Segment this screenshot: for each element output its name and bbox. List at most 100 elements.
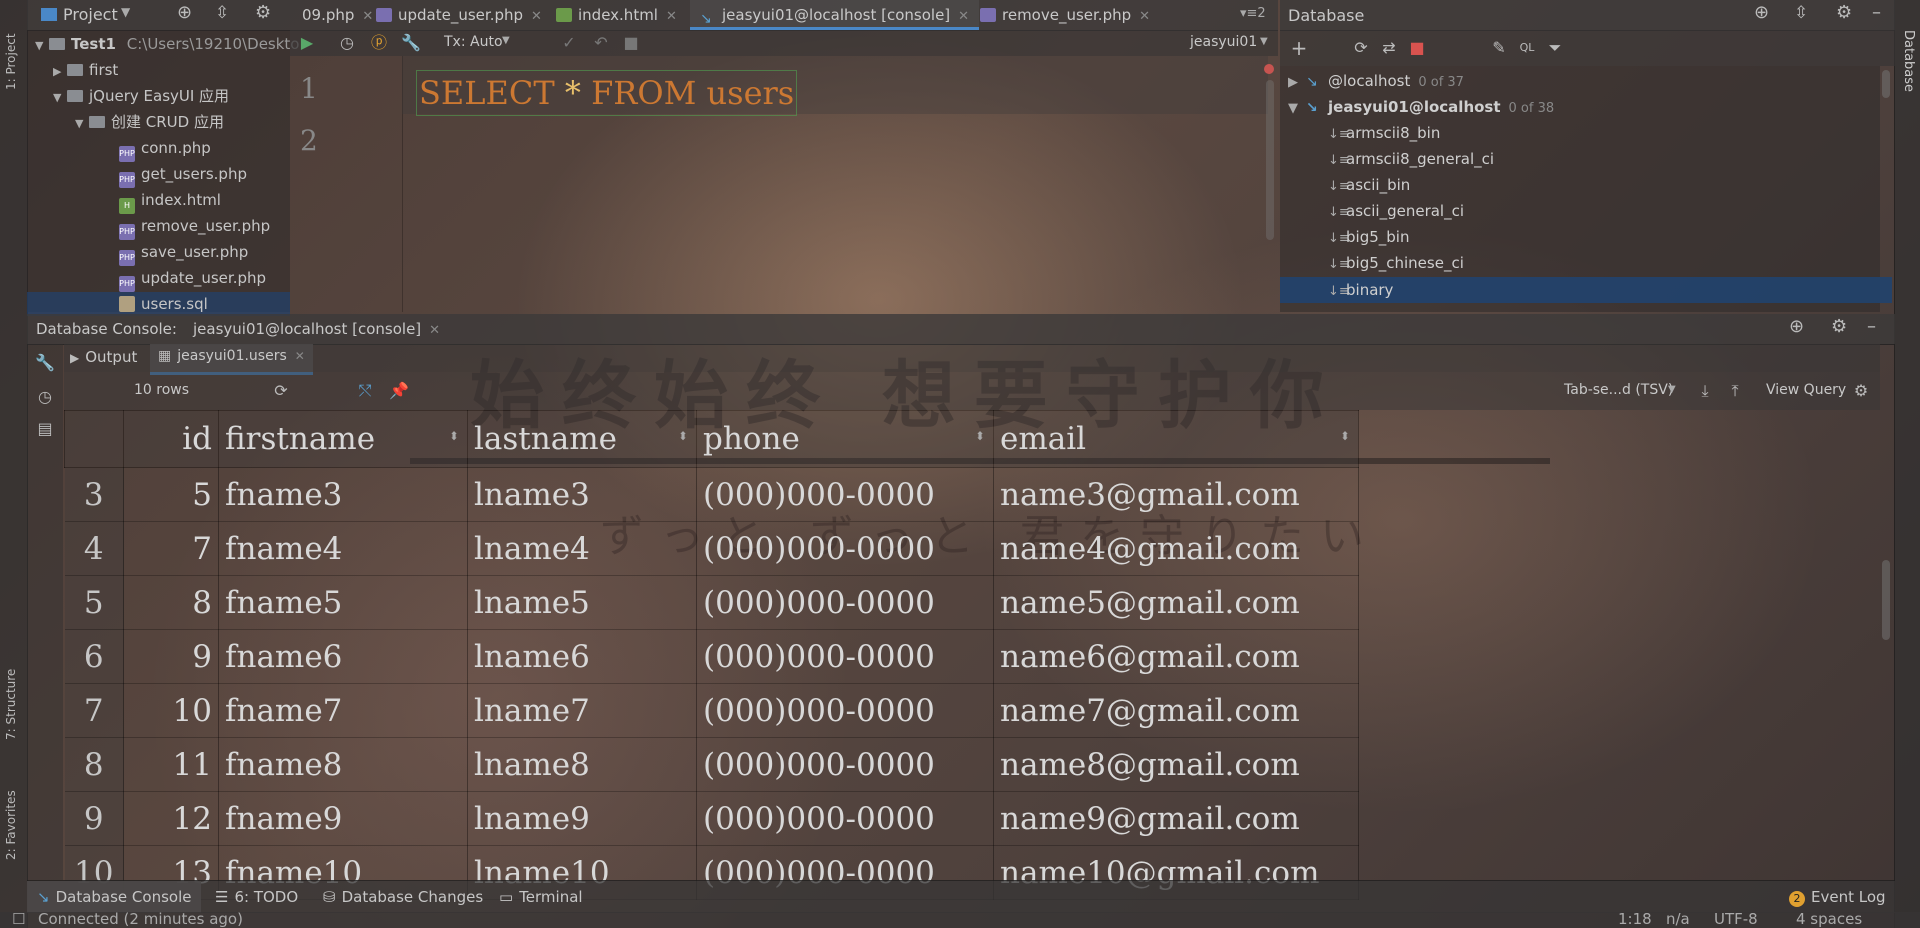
column-header-lastname[interactable]: lastname ⬍ bbox=[467, 410, 697, 468]
encoding[interactable]: UTF-8 bbox=[1714, 912, 1758, 928]
cell-id[interactable]: 8 bbox=[123, 575, 219, 630]
close-icon[interactable]: ✕ bbox=[429, 323, 440, 338]
tree-item-jquery-easyui[interactable]: ▼ jQuery EasyUI 应用 bbox=[53, 84, 229, 108]
tab-todo[interactable]: ☰ 6: TODO bbox=[215, 881, 298, 913]
cell-phone[interactable]: (000)000-0000 bbox=[696, 575, 994, 630]
console-tab[interactable]: jeasyui01@localhost [console] ✕ bbox=[193, 320, 440, 338]
stop-icon[interactable]: ■ bbox=[620, 32, 642, 54]
tree-item-crud[interactable]: ▼ 创建 CRUD 应用 bbox=[75, 110, 224, 134]
cell-lastname[interactable]: lname4 bbox=[467, 521, 697, 576]
rollback-icon[interactable]: ↶ bbox=[590, 32, 612, 54]
refresh-icon[interactable]: ⟳ bbox=[270, 380, 292, 402]
wrench-icon[interactable]: 🔧 bbox=[34, 352, 56, 374]
grid-scrollbar[interactable] bbox=[1882, 560, 1890, 640]
cell-id[interactable]: 11 bbox=[123, 737, 219, 792]
db-node-collation[interactable]: ↓≡big5_chinese_ci bbox=[1280, 250, 1464, 276]
project-panel-title[interactable]: Project bbox=[63, 5, 118, 24]
db-node-collation-selected[interactable]: ↓≡binary bbox=[1280, 277, 1892, 303]
cell-lastname[interactable]: lname8 bbox=[467, 737, 697, 792]
db-node-localhost[interactable]: ▶ ↘ @localhost 0 of 37 bbox=[1280, 68, 1464, 94]
tx-mode-select[interactable]: Tx: Auto bbox=[444, 34, 503, 50]
table-row[interactable]: 8 11 fname8 lname8 (000)000-0000 name8@gmail.… bbox=[64, 737, 1359, 792]
tab-output[interactable]: ▶ Output bbox=[70, 348, 137, 366]
tab-update-user-php[interactable]: update_user.php ✕ bbox=[366, 0, 552, 30]
indent[interactable]: 4 spaces bbox=[1796, 912, 1862, 928]
db-node-collation[interactable]: ↓≡big5_bin bbox=[1280, 224, 1409, 250]
expand-arrow-icon[interactable]: ▼ bbox=[75, 112, 89, 136]
sql-statement[interactable]: SELECT * FROM users bbox=[416, 70, 798, 116]
cell-phone[interactable]: (000)000-0000 bbox=[696, 629, 994, 684]
cell-phone[interactable]: (000)000-0000 bbox=[696, 737, 994, 792]
datasource-select[interactable]: jeasyui01 bbox=[1190, 34, 1257, 50]
parameters-icon[interactable]: ⓟ bbox=[368, 32, 390, 54]
cell-email[interactable]: name5@gmail.com bbox=[993, 575, 1359, 630]
cell-firstname[interactable]: fname7 bbox=[218, 683, 468, 738]
line-separator[interactable]: n/a bbox=[1666, 912, 1690, 928]
cell-id[interactable]: 5 bbox=[123, 467, 219, 522]
cell-lastname[interactable]: lname7 bbox=[467, 683, 697, 738]
cell-email[interactable]: name6@gmail.com bbox=[993, 629, 1359, 684]
expand-arrow-icon[interactable]: ▼ bbox=[53, 86, 67, 110]
close-icon[interactable]: ✕ bbox=[1139, 9, 1150, 24]
sql-console-icon[interactable]: QL bbox=[1516, 37, 1538, 59]
sort-icon[interactable]: ⬍ bbox=[975, 429, 985, 443]
table-row[interactable]: 4 7 fname4 lname4 (000)000-0000 name4@gmail.c… bbox=[64, 521, 1359, 576]
tab-terminal[interactable]: ▭ Terminal bbox=[499, 881, 583, 913]
db-node-jeasyui01[interactable]: ▼ ↘ jeasyui01@localhost 0 of 38 bbox=[1280, 94, 1554, 120]
cell-phone[interactable]: (000)000-0000 bbox=[696, 467, 994, 522]
db-node-collation[interactable]: ↓≡ascii_bin bbox=[1280, 172, 1410, 198]
collapse-icon[interactable]: ⇳ bbox=[1794, 3, 1808, 23]
tree-item-users-sql[interactable]: users.sql bbox=[27, 292, 290, 316]
wrench-icon[interactable]: 🔧 bbox=[400, 32, 422, 54]
cell-lastname[interactable]: lname9 bbox=[467, 791, 697, 846]
cell-email[interactable]: name3@gmail.com bbox=[993, 467, 1359, 522]
add-icon[interactable]: + bbox=[1288, 37, 1310, 59]
gear-icon[interactable]: ⚙ bbox=[1831, 316, 1847, 337]
pin-icon[interactable]: 📌 bbox=[388, 380, 410, 402]
history-icon[interactable]: ◷ bbox=[34, 386, 56, 408]
gear-icon[interactable]: ⚙ bbox=[1836, 2, 1852, 23]
cell-phone[interactable]: (000)000-0000 bbox=[696, 791, 994, 846]
cell-lastname[interactable]: lname6 bbox=[467, 629, 697, 684]
cell-phone[interactable]: (000)000-0000 bbox=[696, 683, 994, 738]
tree-item-update-user-php[interactable]: PHP update_user.php bbox=[119, 266, 266, 292]
execute-icon[interactable]: ▶ bbox=[296, 32, 318, 54]
cell-firstname[interactable]: fname6 bbox=[218, 629, 468, 684]
cell-id[interactable]: 10 bbox=[123, 683, 219, 738]
cell-email[interactable]: name4@gmail.com bbox=[993, 521, 1359, 576]
db-node-collation[interactable]: ↓≡ascii_general_ci bbox=[1280, 198, 1464, 224]
table-row[interactable]: 7 10 fname7 lname7 (000)000-0000 name7@gmail.… bbox=[64, 683, 1359, 738]
tree-item-index-html[interactable]: Hindex.html bbox=[119, 188, 221, 214]
cell-firstname[interactable]: fname9 bbox=[218, 791, 468, 846]
favorites-tool-tab[interactable]: 2: Favorites bbox=[4, 790, 18, 860]
cell-id[interactable]: 7 bbox=[123, 521, 219, 576]
cursor-position[interactable]: 1:18 bbox=[1618, 912, 1652, 928]
export-format-select[interactable]: Tab-se...d (TSV) bbox=[1564, 382, 1673, 398]
upload-icon[interactable]: ⤒ bbox=[1724, 380, 1746, 402]
project-tool-tab[interactable]: 1: Project bbox=[4, 33, 18, 90]
history-icon[interactable]: ◷ bbox=[336, 32, 358, 54]
sort-icon[interactable]: ⬍ bbox=[1340, 429, 1350, 443]
tab-table-result[interactable]: ▦ jeasyui01.users ✕ bbox=[150, 344, 313, 375]
minimize-icon[interactable]: – bbox=[1867, 316, 1876, 337]
close-icon[interactable]: ✕ bbox=[295, 349, 305, 363]
download-icon[interactable]: ⤓ bbox=[1694, 380, 1716, 402]
tree-item-first[interactable]: ▶ first bbox=[53, 58, 118, 82]
tree-item-conn-php[interactable]: PHP conn.php bbox=[119, 136, 211, 162]
cell-email[interactable]: name8@gmail.com bbox=[993, 737, 1359, 792]
transpose-icon[interactable]: ⤲ bbox=[354, 380, 376, 402]
collapse-icon[interactable]: ⇳ bbox=[215, 3, 229, 23]
tab-database-console[interactable]: ↘ Database Console bbox=[27, 881, 202, 913]
minimize-icon[interactable]: – bbox=[1872, 2, 1881, 23]
structure-tool-tab[interactable]: 7: Structure bbox=[4, 669, 18, 740]
locate-icon[interactable]: ⊕ bbox=[1789, 316, 1804, 337]
cell-firstname[interactable]: fname4 bbox=[218, 521, 468, 576]
cell-firstname[interactable]: fname8 bbox=[218, 737, 468, 792]
cell-firstname[interactable]: fname5 bbox=[218, 575, 468, 630]
locate-icon[interactable]: ⊕ bbox=[177, 2, 192, 23]
edit-icon[interactable]: ✎ bbox=[1488, 37, 1510, 59]
sync-schema-icon[interactable]: ⇄ bbox=[1378, 37, 1400, 59]
column-header-email[interactable]: email ⬍ bbox=[993, 410, 1359, 468]
tree-root[interactable]: ▼ Test1 C:\Users\19210\Deskto bbox=[35, 32, 299, 56]
close-icon[interactable]: ✕ bbox=[666, 9, 677, 24]
